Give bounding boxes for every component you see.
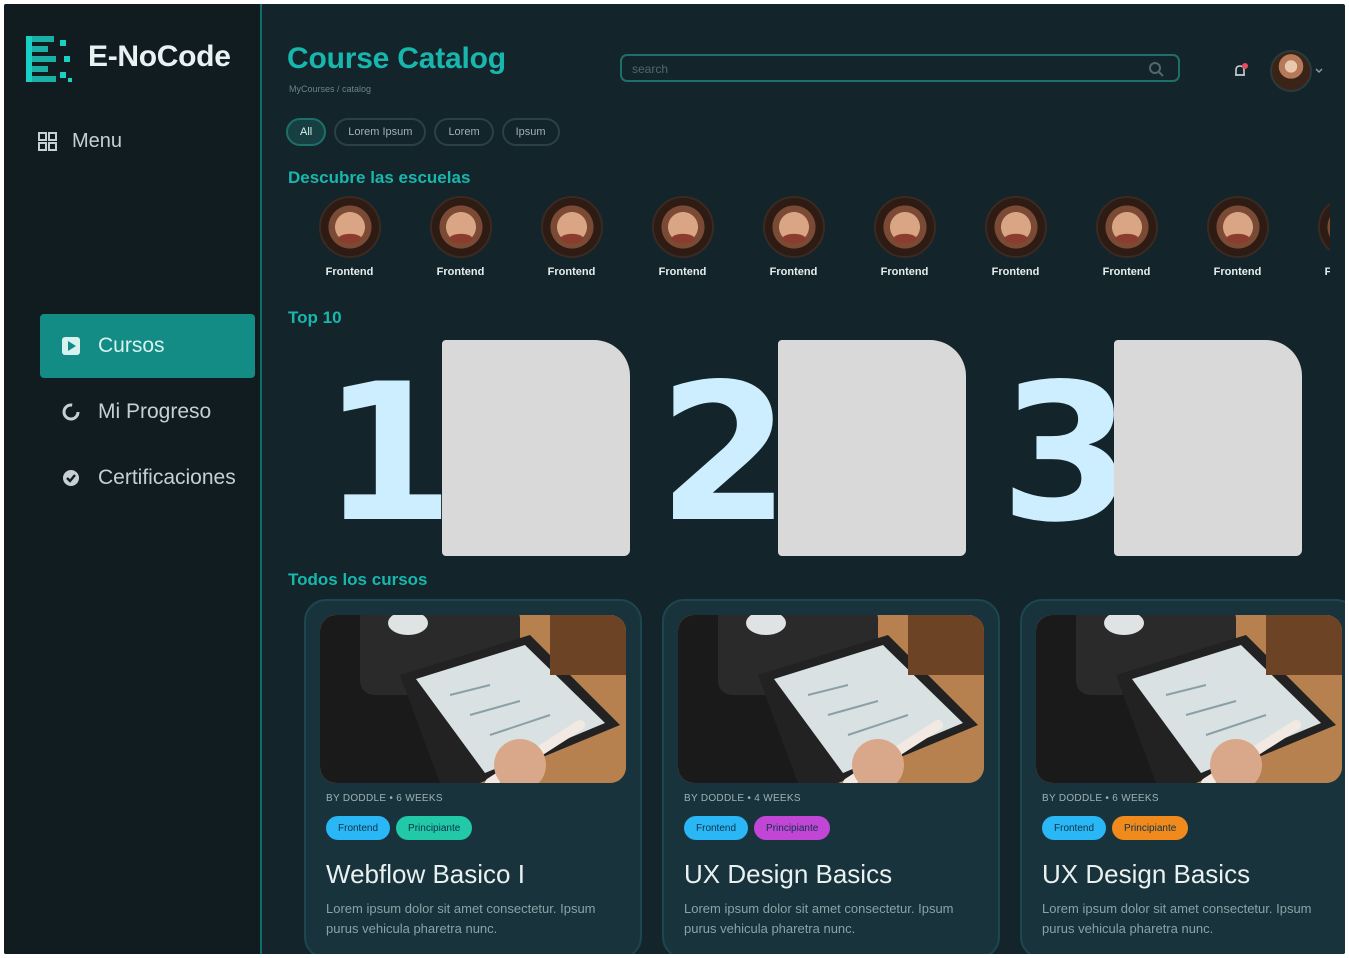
school-item[interactable]: Frontend: [960, 196, 1071, 278]
school-item[interactable]: Frontend: [405, 196, 516, 278]
school-item[interactable]: Frontend: [516, 196, 627, 278]
sidebar-item-mi-progreso[interactable]: Mi Progreso: [40, 380, 255, 444]
breadcrumb[interactable]: MyCourses / catalog: [289, 84, 371, 94]
course-title[interactable]: UX Design Basics: [1042, 859, 1250, 890]
school-item[interactable]: Frontend: [1071, 196, 1182, 278]
school-label: Frontend: [769, 266, 818, 278]
app-name: E-NoCode: [88, 40, 231, 73]
filter-chip[interactable]: Lorem: [434, 118, 494, 146]
school-avatar: [429, 196, 492, 258]
course-title[interactable]: UX Design Basics: [684, 859, 892, 890]
notification-bell-icon[interactable]: [1232, 62, 1250, 80]
sidebar-item-label: Mi Progreso: [98, 400, 212, 423]
school-label: Frontend: [436, 266, 485, 278]
school-avatar: [873, 196, 936, 258]
school-label: Frontend: [1102, 266, 1151, 278]
top10-card[interactable]: [778, 340, 966, 556]
app-window: E-NoCode Menu Cursos Mi Progreso Certifi…: [4, 4, 1345, 954]
school-avatar: [318, 196, 381, 258]
school-label: Frontend: [1324, 266, 1330, 278]
school-label: Frontend: [547, 266, 596, 278]
school-avatar: [651, 196, 714, 258]
course-thumbnail: [678, 615, 984, 783]
progress-circle-icon: [60, 401, 82, 423]
school-label: Frontend: [991, 266, 1040, 278]
filter-chip[interactable]: Lorem Ipsum: [334, 118, 427, 146]
top10-card[interactable]: [442, 340, 630, 556]
course-tag[interactable]: Principiante: [396, 816, 473, 840]
schools-carousel: Frontend Frontend Frontend Frontend Fron…: [294, 196, 1330, 286]
sidebar-item-label: Cursos: [98, 334, 165, 357]
course-card[interactable]: BY DODDLE • 4 WEEKS Frontend Principiant…: [662, 599, 1000, 954]
grid-menu-icon: [38, 131, 57, 151]
course-tags: Frontend Principiante: [684, 816, 831, 840]
course-thumbnail: [320, 615, 626, 783]
sidebar-item-label: Certificaciones: [98, 466, 236, 489]
course-meta: BY DODDLE • 6 WEEKS: [1042, 793, 1159, 804]
course-tags: Frontend Principiante: [326, 816, 473, 840]
school-label: Frontend: [1213, 266, 1262, 278]
course-meta: BY DODDLE • 4 WEEKS: [684, 793, 801, 804]
rank-number: 1: [322, 343, 454, 564]
sidebar-divider: [260, 4, 262, 954]
course-tag[interactable]: Frontend: [1042, 816, 1107, 840]
search-input[interactable]: [630, 59, 1134, 79]
rank-number: 2: [658, 343, 790, 564]
school-label: Frontend: [325, 266, 374, 278]
filter-chip-all[interactable]: All: [286, 118, 327, 146]
school-item[interactable]: Frontend: [627, 196, 738, 278]
school-avatar: [762, 196, 825, 258]
course-card[interactable]: BY DODDLE • 6 WEEKS Frontend Principiant…: [304, 599, 642, 954]
page-title: Course Catalog: [287, 42, 506, 75]
course-title[interactable]: Webflow Basico I: [326, 859, 525, 890]
sidebar-item-certificaciones[interactable]: Certificaciones: [40, 446, 255, 510]
course-description: Lorem ipsum dolor sit amet consectetur. …: [326, 901, 596, 936]
filter-chip[interactable]: Ipsum: [501, 118, 560, 146]
search-icon[interactable]: [1148, 61, 1164, 77]
school-avatar: [540, 196, 603, 258]
avatar: [1270, 50, 1312, 92]
school-avatar: [1317, 196, 1330, 258]
school-avatar: [984, 196, 1047, 258]
play-square-icon: [60, 335, 82, 357]
course-tag[interactable]: Principiante: [754, 816, 831, 840]
course-tags: Frontend Principiante: [1042, 816, 1189, 840]
course-thumbnail: [1036, 615, 1342, 783]
school-item[interactable]: Frontend: [1182, 196, 1293, 278]
school-avatar: [1095, 196, 1158, 258]
course-meta: BY DODDLE • 6 WEEKS: [326, 793, 443, 804]
top10-card[interactable]: [1114, 340, 1302, 556]
course-description: Lorem ipsum dolor sit amet consectetur. …: [1042, 901, 1312, 936]
search-bar: [620, 54, 1180, 82]
school-item[interactable]: Frontend: [849, 196, 960, 278]
top10-section-title: Top 10: [288, 308, 342, 327]
course-tag[interactable]: Principiante: [1112, 816, 1189, 840]
school-avatar: [1206, 196, 1269, 258]
sidebar-item-cursos[interactable]: Cursos: [40, 314, 255, 378]
school-item[interactable]: Frontend: [294, 196, 405, 278]
sidebar: E-NoCode Menu Cursos Mi Progreso Certifi…: [4, 4, 260, 954]
course-description: Lorem ipsum dolor sit amet consectetur. …: [684, 901, 954, 936]
menu-toggle[interactable]: Menu: [38, 130, 122, 153]
chevron-down-icon: [1315, 68, 1323, 73]
course-tag[interactable]: Frontend: [326, 816, 391, 840]
menu-label: Menu: [72, 130, 123, 152]
school-label: Frontend: [658, 266, 707, 278]
course-card[interactable]: BY DODDLE • 6 WEEKS Frontend Principiant…: [1020, 599, 1345, 954]
school-item[interactable]: Frontend: [738, 196, 849, 278]
filter-chips: All Lorem Ipsum Lorem Ipsum: [286, 118, 560, 146]
courses-section-title: Todos los cursos: [288, 570, 428, 589]
school-item[interactable]: Frontend: [1293, 196, 1330, 278]
badge-check-icon: [60, 467, 82, 489]
course-tag[interactable]: Frontend: [684, 816, 749, 840]
user-menu[interactable]: [1270, 50, 1324, 92]
rank-number: 3: [1000, 343, 1132, 564]
school-label: Frontend: [880, 266, 929, 278]
schools-section-title: Descubre las escuelas: [288, 168, 471, 187]
logo-icon: [26, 36, 72, 82]
